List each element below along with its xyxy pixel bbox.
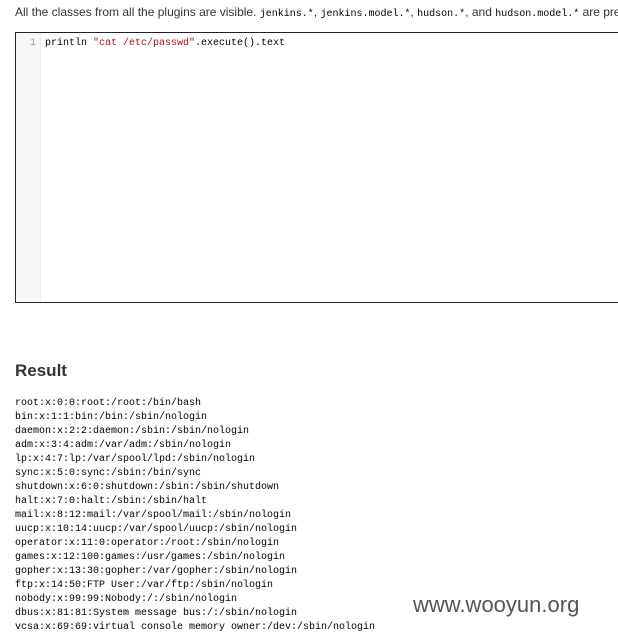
output-line: dbus:x:81:81:System message bus:/:/sbin/… [15, 608, 298, 619]
package-jenkins-model: jenkins.model.* [320, 9, 411, 20]
output-line: sync:x:5:0:sync:/sbin:/bin/sync [15, 468, 202, 479]
output-line: mail:x:8:12:mail:/var/spool/mail:/sbin/n… [15, 510, 292, 521]
script-editor[interactable]: 1 println "cat /etc/passwd".execute().te… [15, 32, 618, 303]
output-line: games:x:12:100:games:/usr/games:/sbin/no… [15, 552, 286, 563]
package-jenkins: jenkins.* [259, 9, 314, 20]
intro-end: are pre [579, 5, 618, 19]
output-line: gopher:x:13:30:gopher:/var/gopher:/sbin/… [15, 566, 298, 577]
output-line: bin:x:1:1:bin:/bin:/sbin/nologin [15, 412, 208, 423]
result-output: root:x:0:0:root:/root:/bin/bash bin:x:1:1… [15, 397, 375, 635]
output-line: ftp:x:14:50:FTP User:/var/ftp:/sbin/nolo… [15, 580, 274, 591]
output-line: shutdown:x:6:0:shutdown:/sbin:/sbin/shut… [15, 482, 280, 493]
intro-start: All the classes from all the plugins are… [15, 5, 260, 19]
output-line: root:x:0:0:root:/root:/bin/bash [15, 398, 202, 409]
code-keyword: println [45, 38, 94, 49]
line-gutter: 1 [16, 33, 41, 302]
output-line: adm:x:3:4:adm:/var/adm:/sbin/nologin [15, 440, 232, 451]
code-line[interactable]: println "cat /etc/passwd".execute().text [45, 38, 285, 49]
output-line: nobody:x:99:99:Nobody:/:/sbin/nologin [15, 594, 238, 605]
output-line: vcsa:x:69:69:virtual console memory owne… [15, 622, 376, 633]
output-line: daemon:x:2:2:daemon:/sbin:/sbin/nologin [15, 426, 250, 437]
output-line: halt:x:7:0:halt:/sbin:/sbin/halt [15, 496, 208, 507]
package-hudson-model: hudson.model.* [495, 9, 580, 20]
output-line: lp:x:4:7:lp:/var/spool/lpd:/sbin/nologin [15, 454, 256, 465]
code-method: .execute().text [195, 38, 286, 49]
line-number: 1 [29, 38, 36, 49]
output-line: uucp:x:10:14:uucp:/var/spool/uucp:/sbin/… [15, 524, 298, 535]
output-line: operator:x:11:0:operator:/root:/sbin/nol… [15, 538, 280, 549]
intro-text: All the classes from all the plugins are… [15, 5, 618, 20]
code-string: "cat /etc/passwd" [93, 38, 196, 49]
package-hudson: hudson.* [417, 9, 466, 20]
separator: , and [465, 5, 496, 19]
result-heading: Result [15, 361, 67, 380]
watermark: www.wooyun.org [413, 592, 580, 617]
